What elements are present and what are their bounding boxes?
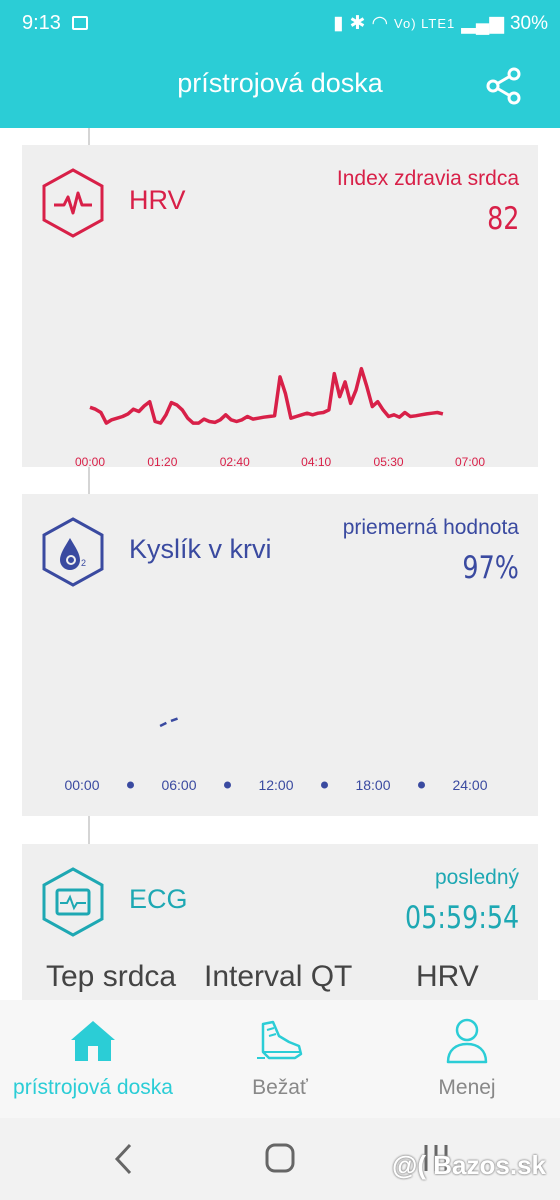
dashboard-content[interactable]: HRV Index zdravia srdca 82 00:00 01:20 02:…: [0, 128, 560, 1000]
last-label: posledný: [434, 866, 519, 889]
nav-me[interactable]: Menej: [374, 1000, 560, 1118]
nav-run-label: Bežať: [252, 1076, 308, 1099]
hrv-chart: 00:00 01:20 02:40 04:10 05:30 07:00: [75, 366, 485, 469]
hrv-index-value: 82: [486, 201, 519, 237]
blood-oxygen-title: Kyslík v krvi: [129, 534, 272, 564]
watermark: @( Bazos.sk: [392, 1150, 546, 1180]
hrv-label: HRV: [416, 960, 479, 993]
hrv-x-tick: 02:40: [220, 455, 250, 469]
home-icon: [71, 1021, 115, 1061]
hrv-x-tick: 05:30: [374, 455, 404, 469]
hrv-card[interactable]: HRV Index zdravia srdca 82 00:00 01:20 02:…: [22, 145, 538, 469]
status-time: 9:13: [22, 12, 61, 34]
status-indicators: ▮ ✱ ◠ Vo) LTE1 ▂▄▆ 30%: [333, 12, 548, 35]
spo2-series-line: [159, 715, 183, 728]
spo2-tick-dot: [321, 781, 328, 789]
heartbeat-hexagon-icon: [42, 168, 104, 238]
home-button-icon[interactable]: [264, 1142, 296, 1174]
spo2-x-tick: 18:00: [355, 777, 390, 793]
hrv-index-label: Index zdravia srdca: [336, 167, 519, 190]
hrv-x-tick: 00:00: [75, 455, 105, 469]
page-title: prístrojová doska: [177, 68, 383, 98]
system-nav: @( Bazos.sk: [0, 1118, 560, 1200]
hrv-x-tick: 07:00: [455, 455, 485, 469]
blood-oxygen-chart: 00:00 06:00 12:00 18:00 24:00: [64, 715, 488, 793]
battery-saver-icon: ▮: [333, 13, 344, 34]
bluetooth-icon: ✱: [349, 13, 366, 34]
bottom-nav: prístrojová doska Bežať Menej: [0, 1000, 560, 1118]
blood-oxygen-card[interactable]: 2 Kyslík v krvi priemerná hodnota 97% 00…: [22, 494, 538, 816]
ecg-card[interactable]: ECG posledný 05:59:54 Tep srdca Interval…: [22, 844, 538, 1000]
spo2-x-tick: 06:00: [161, 777, 196, 793]
nav-dashboard-label: prístrojová doska: [13, 1076, 173, 1099]
spo2-x-tick: 12:00: [258, 777, 293, 793]
hrv-x-tick: 01:20: [147, 455, 177, 469]
ecg-monitor-hexagon-icon: [42, 867, 104, 937]
heart-rate-label: Tep srdca: [46, 960, 177, 993]
qt-interval-label: Interval QT: [204, 960, 353, 993]
hrv-title: HRV: [129, 185, 186, 215]
spo2-x-tick: 00:00: [64, 777, 99, 793]
nav-me-label: Menej: [438, 1076, 496, 1099]
ecg-title: ECG: [129, 884, 188, 914]
spo2-tick-dot: [127, 781, 134, 789]
spo2-x-tick: 24:00: [452, 777, 487, 793]
image-notification-icon: [72, 16, 88, 30]
spo2-tick-dot: [224, 781, 231, 789]
hrv-x-tick: 04:10: [301, 455, 331, 469]
nav-dashboard[interactable]: prístrojová doska: [0, 1000, 186, 1118]
nav-run[interactable]: Bežať: [186, 1000, 374, 1118]
signal-icon: ▂▄▆: [461, 13, 504, 34]
spo2-tick-dot: [418, 781, 425, 789]
last-time: 05:59:54: [404, 900, 519, 936]
share-icon[interactable]: [484, 66, 524, 106]
svg-text:2: 2: [81, 558, 86, 568]
hrv-series-line: [89, 366, 444, 425]
app-bar: prístrojová doska: [0, 48, 560, 128]
volte-label: Vo) LTE1: [394, 16, 456, 31]
wifi-icon: ◠: [371, 13, 389, 34]
average-value-label: priemerná hodnota: [342, 516, 519, 539]
oxygen-drop-hexagon-icon: 2: [42, 517, 104, 587]
battery-percent: 30%: [509, 12, 548, 34]
person-icon: [446, 1018, 488, 1064]
ecg-metrics: Tep srdca Interval QT HRV: [46, 960, 516, 994]
running-shoe-icon: [257, 1020, 303, 1060]
back-icon[interactable]: [112, 1142, 136, 1176]
average-value: 97%: [462, 550, 519, 586]
status-bar: 9:13 ▮ ✱ ◠ Vo) LTE1 ▂▄▆ 30%: [0, 0, 560, 48]
